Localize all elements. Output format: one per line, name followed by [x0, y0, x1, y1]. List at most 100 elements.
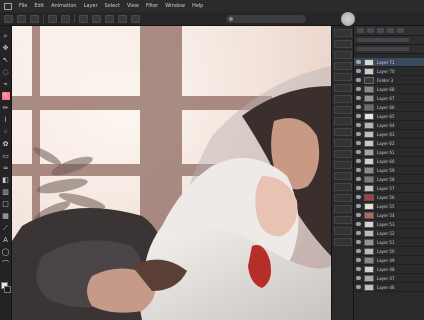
visibility-eye-icon[interactable] [356, 132, 361, 136]
menu-layer[interactable]: Layer [84, 3, 98, 9]
ruler-icon[interactable]: ⟋ [2, 224, 10, 232]
eraser-icon[interactable]: ▭ [2, 152, 10, 160]
visibility-eye-icon[interactable] [356, 168, 361, 172]
layer-row[interactable]: Layer 55 [354, 202, 424, 211]
visibility-eye-icon[interactable] [356, 78, 361, 82]
sub-tool-slot[interactable] [334, 183, 352, 191]
blend-mode-row[interactable] [354, 36, 424, 45]
canvas[interactable] [12, 26, 331, 320]
layer-row[interactable]: Layer 64 [354, 121, 424, 130]
sub-tool-slot[interactable] [334, 172, 352, 180]
eyedropper-icon[interactable]: ⌁ [2, 80, 10, 88]
visibility-eye-icon[interactable] [356, 60, 361, 64]
visibility-eye-icon[interactable] [356, 186, 361, 190]
visibility-eye-icon[interactable] [356, 213, 361, 217]
visibility-eye-icon[interactable] [356, 222, 361, 226]
layer-row[interactable]: Layer 46 [354, 283, 424, 292]
menu-file[interactable]: File [19, 3, 27, 9]
deselect-icon[interactable] [118, 14, 127, 23]
balloon-icon[interactable]: ◯ [2, 248, 10, 256]
sub-tool-slot[interactable] [334, 205, 352, 213]
visibility-eye-icon[interactable] [356, 96, 361, 100]
visibility-eye-icon[interactable] [356, 177, 361, 181]
layer-row[interactable]: Layer 58 [354, 175, 424, 184]
redo-icon[interactable] [61, 14, 70, 23]
new-layer-icon[interactable] [367, 28, 374, 33]
layer-row[interactable]: Layer 66 [354, 103, 424, 112]
visibility-eye-icon[interactable] [356, 87, 361, 91]
visibility-eye-icon[interactable] [356, 285, 361, 289]
visibility-eye-icon[interactable] [356, 141, 361, 145]
correct-line-icon[interactable]: ⌒ [2, 260, 10, 268]
panel-menu-icon[interactable] [397, 28, 404, 33]
visibility-eye-icon[interactable] [356, 249, 361, 253]
layer-row[interactable]: Layer 53 [354, 220, 424, 229]
sub-tool-slot[interactable] [334, 238, 352, 246]
fill-icon[interactable]: ◧ [2, 176, 10, 184]
visibility-eye-icon[interactable] [356, 114, 361, 118]
visibility-eye-icon[interactable] [356, 150, 361, 154]
visibility-eye-icon[interactable] [356, 123, 361, 127]
menu-view[interactable]: View [127, 3, 139, 9]
layer-row[interactable]: Layer 62 [354, 139, 424, 148]
sub-color-swatch[interactable] [4, 286, 11, 293]
layer-row[interactable]: Layer 49 [354, 256, 424, 265]
assistive-touch-button[interactable] [341, 12, 355, 26]
frame-icon[interactable]: ▦ [2, 212, 10, 220]
navigator-pill[interactable] [226, 15, 306, 23]
menu-help[interactable]: Help [192, 3, 203, 9]
menu-edit[interactable]: Edit [34, 3, 44, 9]
text-icon[interactable]: A [2, 236, 10, 244]
layer-row[interactable]: Layer 56 [354, 193, 424, 202]
layer-row[interactable]: Layer 61 [354, 148, 424, 157]
decoration-icon[interactable]: ✿ [2, 140, 10, 148]
visibility-eye-icon[interactable] [356, 231, 361, 235]
airbrush-icon[interactable]: ⁘ [2, 128, 10, 136]
zoom-icon[interactable]: ⌕ [2, 32, 10, 40]
transform-icon[interactable] [105, 14, 114, 23]
sub-tool-slot[interactable] [334, 106, 352, 114]
open-icon[interactable] [17, 14, 26, 23]
visibility-eye-icon[interactable] [356, 105, 361, 109]
layer-row[interactable]: Layer 50 [354, 247, 424, 256]
sub-tool-slot[interactable] [334, 194, 352, 202]
sub-tool-slot[interactable] [334, 84, 352, 92]
layer-row[interactable]: Layer 51 [354, 238, 424, 247]
pencil-icon[interactable]: ✏ [2, 104, 10, 112]
sub-tool-slot[interactable] [334, 216, 352, 224]
layer-row[interactable]: Layer 71 [354, 58, 424, 67]
gradient-icon[interactable]: ▥ [2, 188, 10, 196]
visibility-eye-icon[interactable] [356, 69, 361, 73]
visibility-eye-icon[interactable] [356, 159, 361, 163]
sub-tool-slot[interactable] [334, 95, 352, 103]
layer-row[interactable]: Layer 70 [354, 67, 424, 76]
color-swatch[interactable] [1, 282, 11, 294]
sub-tool-slot[interactable] [334, 161, 352, 169]
new-icon[interactable] [4, 14, 13, 23]
menu-select[interactable]: Select [105, 3, 120, 9]
invert-selection-icon[interactable] [131, 14, 140, 23]
visibility-eye-icon[interactable] [356, 204, 361, 208]
delete-layer-icon[interactable] [387, 28, 394, 33]
clear-icon[interactable] [79, 14, 88, 23]
fill-icon[interactable] [92, 14, 101, 23]
pen-icon[interactable]: ✎ [1, 92, 10, 100]
menu-animation[interactable]: Animation [51, 3, 77, 9]
visibility-eye-icon[interactable] [356, 276, 361, 280]
menu-filter[interactable]: Filter [146, 3, 158, 9]
visibility-eye-icon[interactable] [356, 240, 361, 244]
layer-row[interactable]: Layer 67 [354, 94, 424, 103]
sub-tool-slot[interactable] [334, 117, 352, 125]
layer-folder[interactable]: Folder 3 [354, 76, 424, 85]
sub-tool-slot[interactable] [334, 139, 352, 147]
save-icon[interactable] [30, 14, 39, 23]
layer-row[interactable]: Layer 54 [354, 211, 424, 220]
new-folder-icon[interactable] [377, 28, 384, 33]
blend-icon[interactable]: ≈ [2, 164, 10, 172]
sub-tool-slot[interactable] [334, 51, 352, 59]
sub-tool-slot[interactable] [334, 29, 352, 37]
layer-row[interactable]: Layer 60 [354, 157, 424, 166]
sub-tool-slot[interactable] [334, 227, 352, 235]
layer-row[interactable]: Layer 47 [354, 274, 424, 283]
sub-tool-slot[interactable] [334, 128, 352, 136]
